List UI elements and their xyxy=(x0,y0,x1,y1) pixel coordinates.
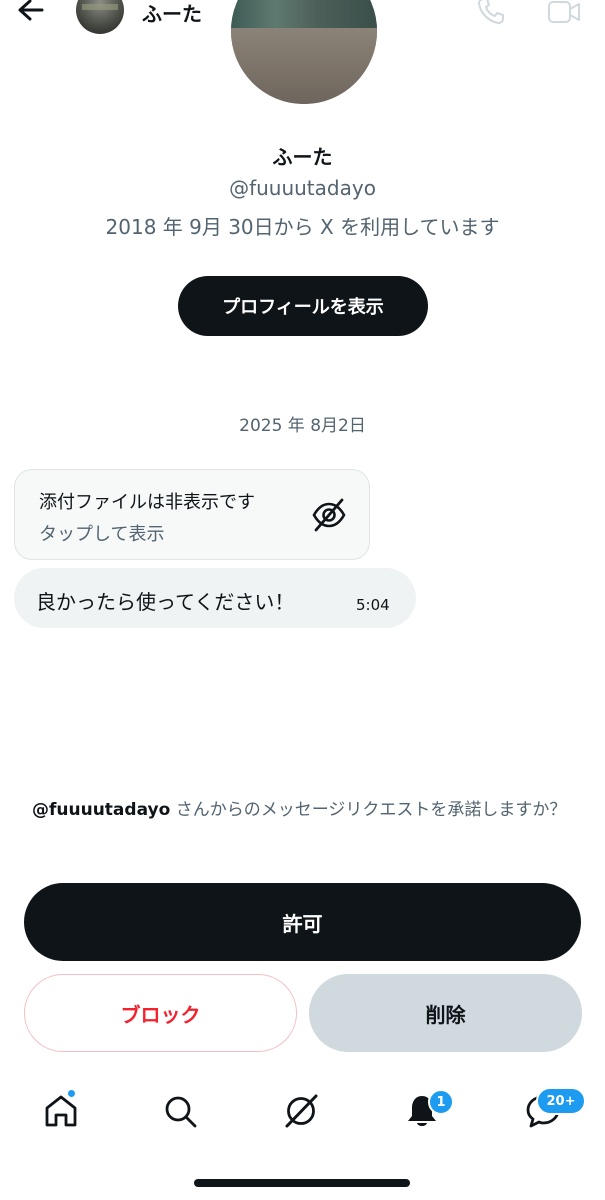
eye-off-icon xyxy=(312,498,346,532)
back-arrow-icon xyxy=(18,0,44,21)
attachment-hidden-label: 添付ファイルは非表示です xyxy=(39,492,255,513)
view-profile-button[interactable]: プロフィールを表示 xyxy=(178,276,428,336)
header-avatar[interactable] xyxy=(76,0,124,34)
delete-button[interactable]: 削除 xyxy=(309,974,582,1052)
profile-joined-date: 2018 年 9月 30日から X を利用しています xyxy=(105,215,500,239)
request-prompt-text: さんからのメッセージリクエストを承諾しますか？ xyxy=(170,800,567,820)
allow-button[interactable]: 許可 xyxy=(24,883,581,961)
message-timestamp: 5:04 xyxy=(356,596,390,614)
phone-icon xyxy=(478,0,504,24)
profile-avatar[interactable] xyxy=(231,0,377,104)
header-contact-name[interactable]: ふーた xyxy=(142,0,202,27)
home-indicator xyxy=(194,1179,410,1187)
search-icon[interactable] xyxy=(161,1092,199,1130)
notifications-badge: 1 xyxy=(428,1089,454,1115)
block-button[interactable]: ブロック xyxy=(24,974,297,1052)
hidden-attachment-bubble[interactable]: 添付ファイルは非表示です タップして表示 xyxy=(14,469,370,560)
messages-badge: 20+ xyxy=(536,1087,586,1115)
back-button[interactable] xyxy=(14,0,50,28)
home-unread-dot xyxy=(66,1088,77,1099)
grok-icon[interactable] xyxy=(282,1092,320,1130)
video-call-button[interactable] xyxy=(546,0,582,26)
date-divider: 2025 年 8月2日 xyxy=(239,416,366,436)
profile-name: ふーた xyxy=(272,145,333,169)
request-sender-handle[interactable]: @fuuuutadayo xyxy=(32,800,170,820)
message-bubble[interactable]: 良かったら使ってください！ 5:04 xyxy=(14,568,416,628)
profile-handle: @fuuuutadayo xyxy=(229,176,376,200)
video-icon xyxy=(548,1,580,23)
attachment-tap-to-show[interactable]: タップして表示 xyxy=(39,520,164,546)
message-text: 良かったら使ってください！ xyxy=(36,590,295,614)
message-request-prompt: @fuuuutadayo さんからのメッセージリクエストを承諾しますか？ xyxy=(32,797,577,824)
phone-call-button[interactable] xyxy=(476,0,506,26)
